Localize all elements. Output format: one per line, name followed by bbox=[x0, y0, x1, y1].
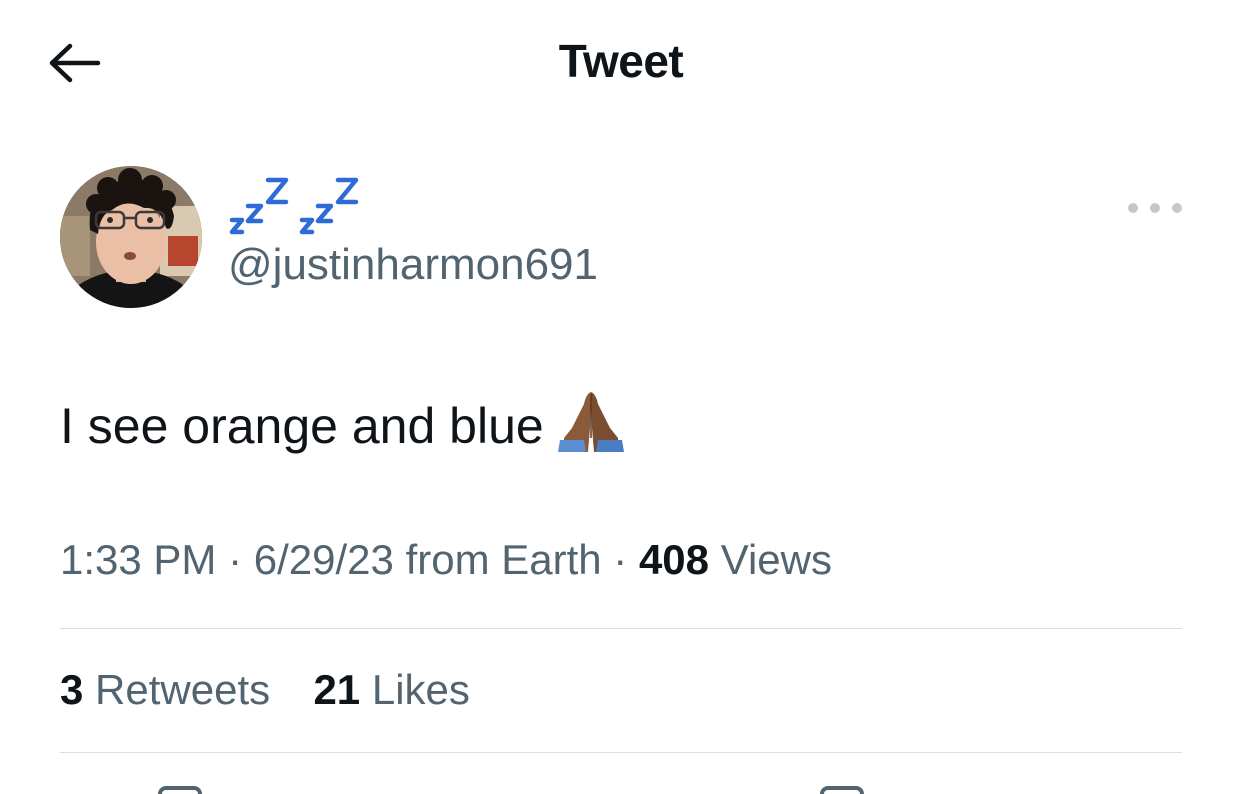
tweet-stats: 3 Retweets 21 Likes bbox=[60, 666, 470, 714]
more-options-button[interactable] bbox=[1128, 196, 1182, 220]
tweet-date: 6/29/23 bbox=[253, 536, 394, 583]
likes-stat[interactable]: 21 Likes bbox=[313, 666, 469, 713]
tweet-source: from Earth bbox=[405, 536, 602, 583]
dot-icon bbox=[1128, 203, 1138, 213]
divider bbox=[60, 752, 1182, 753]
dot-icon bbox=[1172, 203, 1182, 213]
bookmark-icon[interactable] bbox=[820, 786, 864, 794]
page-title: Tweet bbox=[558, 35, 684, 87]
tweet-meta: 1:33 PM · 6/29/23 from Earth · 408 Views bbox=[60, 536, 832, 584]
dot-icon bbox=[1150, 203, 1160, 213]
tweet-text: I see orange and blue bbox=[60, 388, 624, 464]
reply-icon[interactable] bbox=[158, 786, 202, 794]
views-label: Views bbox=[720, 536, 832, 583]
views-count: 408 bbox=[638, 536, 710, 583]
likes-count: 21 bbox=[313, 666, 361, 713]
display-name[interactable] bbox=[228, 170, 368, 240]
retweets-stat[interactable]: 3 Retweets bbox=[60, 666, 282, 713]
retweets-count: 3 bbox=[60, 666, 84, 713]
avatar[interactable] bbox=[60, 166, 202, 308]
likes-label: Likes bbox=[371, 666, 470, 713]
user-handle[interactable]: @justinharmon691 bbox=[228, 240, 598, 290]
retweets-label: Retweets bbox=[95, 666, 271, 713]
separator-dot: · bbox=[613, 536, 639, 583]
tweet-detail-page: Tweet @justinharmon691 I see orange and … bbox=[0, 0, 1242, 794]
tweet-text-content: I see orange and blue bbox=[60, 398, 544, 454]
separator-dot: · bbox=[228, 536, 254, 583]
divider bbox=[60, 628, 1182, 629]
tweet-time: 1:33 PM bbox=[60, 536, 217, 583]
folded-hands-emoji-icon bbox=[557, 388, 624, 464]
